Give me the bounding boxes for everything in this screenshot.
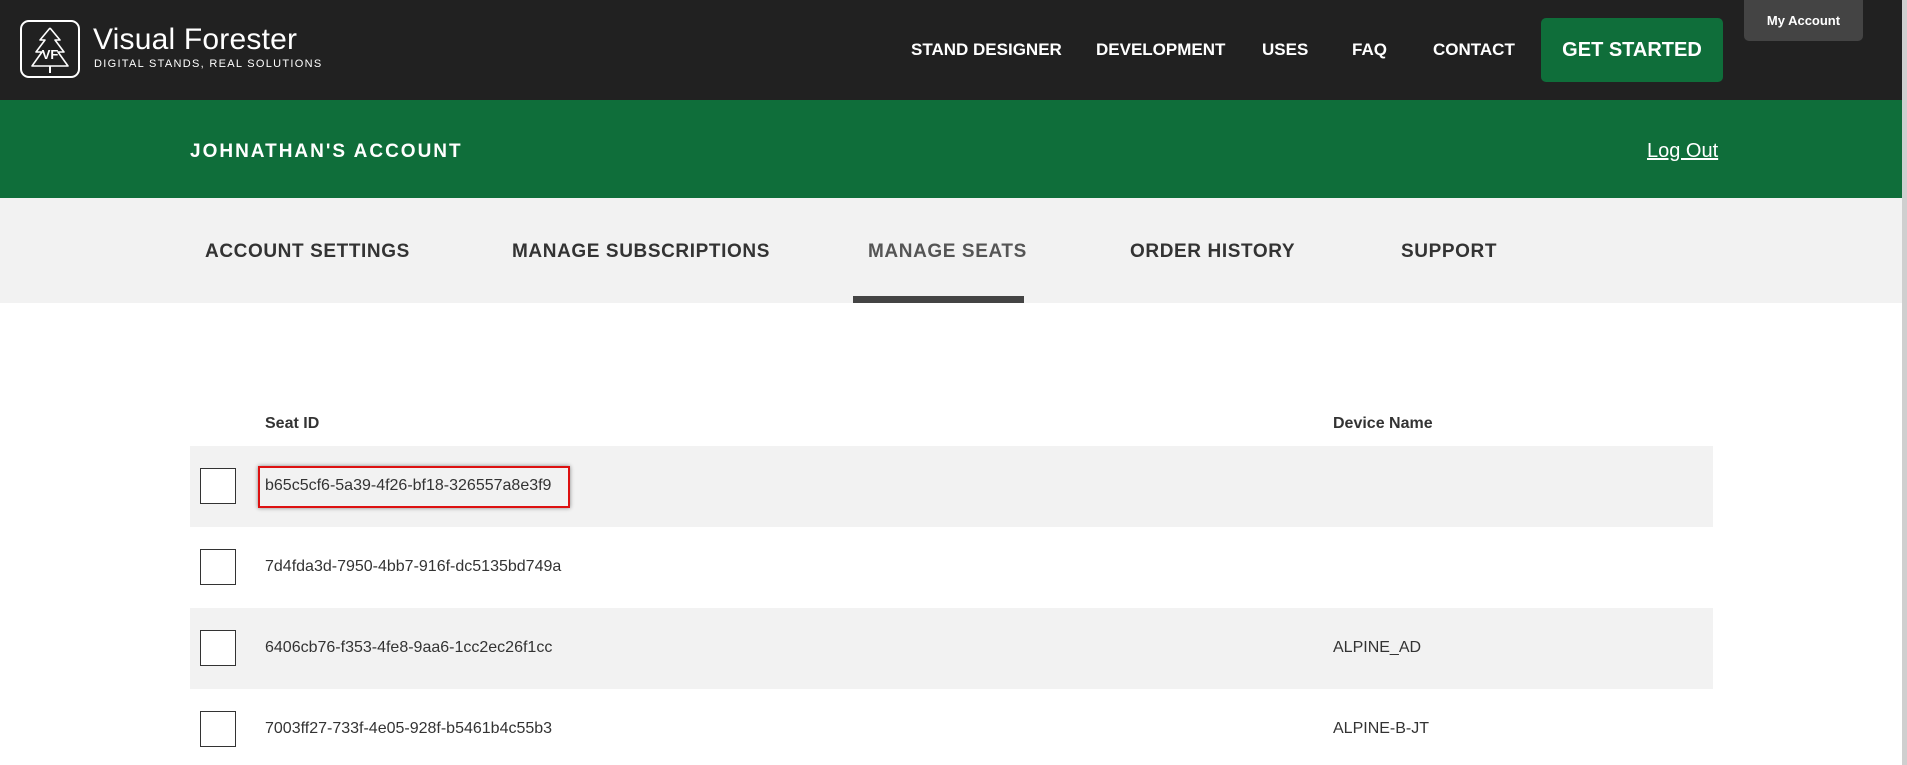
table-row: 7d4fda3d-7950-4bb7-916f-dc5135bd749a <box>190 527 1713 608</box>
table-row: 6406cb76-f353-4fe8-9aa6-1cc2ec26f1cc ALP… <box>190 608 1713 689</box>
account-banner: JOHNATHAN'S ACCOUNT Log Out <box>0 100 1902 198</box>
brand-name[interactable]: Visual Forester <box>93 23 297 57</box>
row-checkbox[interactable] <box>200 630 236 666</box>
nav-faq[interactable]: FAQ <box>1352 40 1387 60</box>
seat-id: 7003ff27-733f-4e05-928f-b5461b4c55b3 <box>265 720 553 737</box>
row-checkbox[interactable] <box>200 549 236 585</box>
nav-uses[interactable]: USES <box>1262 40 1308 60</box>
my-account-button[interactable]: My Account <box>1744 0 1863 41</box>
nav-contact[interactable]: CONTACT <box>1433 40 1515 60</box>
tab-order-history[interactable]: ORDER HISTORY <box>1130 241 1295 263</box>
logo-letters: VF <box>42 47 59 62</box>
tab-account-settings[interactable]: ACCOUNT SETTINGS <box>205 241 410 263</box>
account-tabs: ACCOUNT SETTINGS MANAGE SUBSCRIPTIONS MA… <box>0 198 1902 303</box>
seat-id: 6406cb76-f353-4fe8-9aa6-1cc2ec26f1cc <box>265 639 553 656</box>
column-header-seat-id: Seat ID <box>265 415 320 432</box>
brand-tagline: DIGITAL STANDS, REAL SOLUTIONS <box>94 58 323 70</box>
row-checkbox[interactable] <box>200 711 236 747</box>
table-row: 7003ff27-733f-4e05-928f-b5461b4c55b3 ALP… <box>190 689 1713 765</box>
device-name: ALPINE-B-JT <box>1333 720 1430 737</box>
top-navbar: VF Visual Forester DIGITAL STANDS, REAL … <box>0 0 1907 100</box>
scrollbar[interactable] <box>1902 0 1907 765</box>
tab-manage-seats[interactable]: MANAGE SEATS <box>868 241 1027 263</box>
seat-id: 7d4fda3d-7950-4bb7-916f-dc5135bd749a <box>265 558 562 575</box>
row-checkbox[interactable] <box>200 468 236 504</box>
account-title: JOHNATHAN'S ACCOUNT <box>190 141 463 162</box>
nav-stand-designer[interactable]: STAND DESIGNER <box>911 40 1062 60</box>
tree-logo-icon[interactable]: VF <box>20 20 80 78</box>
nav-development[interactable]: DEVELOPMENT <box>1096 40 1225 60</box>
column-header-device-name: Device Name <box>1333 415 1433 432</box>
active-tab-indicator <box>853 296 1024 303</box>
highlight-box <box>258 466 570 508</box>
get-started-button[interactable]: GET STARTED <box>1541 18 1723 82</box>
device-name: ALPINE_AD <box>1333 639 1422 656</box>
tab-support[interactable]: SUPPORT <box>1401 241 1497 263</box>
table-row: b65c5cf6-5a39-4f26-bf18-326557a8e3f9 <box>190 446 1713 527</box>
logout-link[interactable]: Log Out <box>1647 140 1718 163</box>
tab-manage-subscriptions[interactable]: MANAGE SUBSCRIPTIONS <box>512 241 770 263</box>
